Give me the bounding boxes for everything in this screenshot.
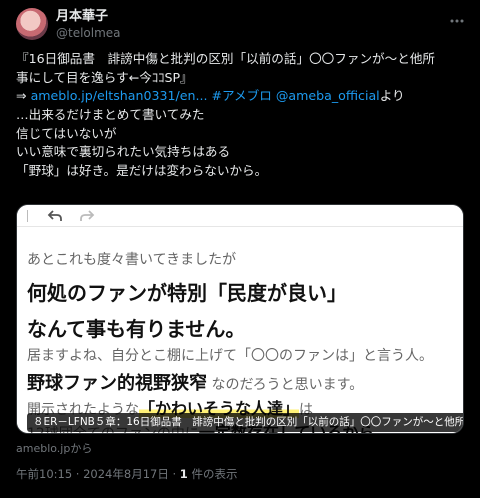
- tweet-line: いい意味で裏切られたい気持ちはある: [16, 144, 231, 160]
- toolbar-divider: [27, 210, 28, 222]
- tweet-line: 事にして目を逸らす←今ｺｺSP』: [16, 69, 193, 85]
- more-icon[interactable]: [448, 12, 466, 30]
- card-emphasis: 野球ファン的視野狭窄: [27, 373, 207, 394]
- card-text: あとこれも度々書いてきましたが: [27, 252, 237, 268]
- author-name[interactable]: 月本華子: [56, 9, 121, 25]
- tweet-line-links: ⇒ ameblo.jp/eltshan0331/en... #アメブロ @ame…: [16, 87, 468, 106]
- card-image: あとこれも度々書いてきましたが 何処のファンが特別「民度が良い」 なんて事も有り…: [17, 227, 463, 433]
- card-heading: 何処のファンが特別「民度が良い」: [27, 281, 347, 305]
- hashtag-link[interactable]: #アメブロ: [212, 88, 272, 103]
- timestamp[interactable]: 午前10:15 · 2024年8月17日 ·: [16, 467, 180, 481]
- card-source[interactable]: ameblo.jpから: [16, 440, 92, 456]
- views-label: 件の表示: [187, 467, 238, 481]
- avatar[interactable]: [16, 8, 48, 40]
- undo-icon: [47, 210, 62, 221]
- views-count: 1: [179, 467, 188, 481]
- redo-icon: [80, 210, 95, 221]
- author-info[interactable]: 月本華子 @telolmea: [56, 9, 121, 41]
- arrow-prefix: ⇒: [16, 88, 31, 104]
- card-text: なのだろうと思います。: [207, 377, 364, 393]
- card-heading: なんて事も有りません。: [27, 317, 246, 341]
- tweet-line: 『16日御品書 誹謗中傷と批判の区別「以前の話」〇〇ファンが～と他所: [16, 51, 436, 66]
- tweet-line: 信じてはいないが: [16, 125, 117, 141]
- link-card[interactable]: あとこれも度々書いてきましたが 何処のファンが特別「民度が良い」 なんて事も有り…: [16, 204, 464, 434]
- author-handle[interactable]: @telolmea: [56, 25, 121, 41]
- card-line: 野球ファン的視野狭窄 なのだろうと思います。: [27, 369, 363, 395]
- tweet-meta: 午前10:15 · 2024年8月17日 · 1 件の表示: [16, 466, 237, 482]
- tweet-text: 『16日御品書 誹謗中傷と批判の区別「以前の話」〇〇ファンが～と他所 事にして目…: [16, 50, 468, 181]
- tweet-line: 「野球」は好き。是だけは変わらないから。: [16, 163, 268, 179]
- card-text: 居ますよね、自分とこ棚に上げて「〇〇のファンは」と言う人。: [27, 348, 433, 364]
- mention-link[interactable]: @ameba_official: [276, 88, 380, 103]
- ameblo-link[interactable]: ameblo.jp/eltshan0331/en...: [31, 88, 208, 103]
- card-toolbar: [17, 205, 463, 227]
- tweet-header: 月本華子 @telolmea: [12, 8, 468, 44]
- suffix-text: より: [379, 88, 405, 104]
- card-caption[interactable]: ８ER－LFNB５章：16日御品書 誹謗中傷と批判の区別「以前の話」〇〇ファンが…: [27, 413, 463, 432]
- tweet-line: …出来るだけまとめて書いてみた: [16, 107, 205, 123]
